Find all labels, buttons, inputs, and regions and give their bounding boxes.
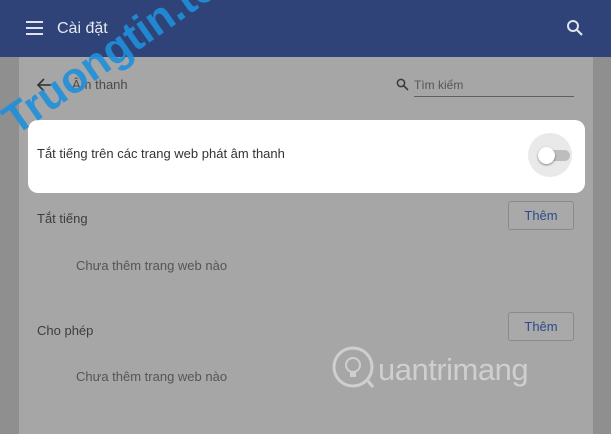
muted-group-heading: Tắt tiếng <box>37 211 88 226</box>
add-allowed-site-button[interactable]: Thêm <box>508 312 574 341</box>
allowed-group-heading: Cho phép <box>37 323 94 338</box>
watermark-text: uantrimang <box>378 352 529 387</box>
muted-empty-text: Chưa thêm trang web nào <box>76 258 228 273</box>
search-field <box>396 74 576 98</box>
mute-toggle[interactable] <box>528 133 572 177</box>
search-input[interactable] <box>414 74 574 97</box>
mute-setting-label: Tắt tiếng trên các trang web phát âm tha… <box>37 146 285 161</box>
mute-setting-row: Tắt tiếng trên các trang web phát âm tha… <box>28 120 585 193</box>
hamburger-menu-icon[interactable] <box>26 21 43 35</box>
lightbulb-logo-icon <box>332 346 375 388</box>
search-small-icon <box>396 78 409 91</box>
allowed-empty-text: Chưa thêm trang web nào <box>76 369 228 384</box>
add-muted-site-button[interactable]: Thêm <box>508 201 574 230</box>
search-icon[interactable] <box>566 19 584 37</box>
right-gutter <box>593 57 611 434</box>
toggle-thumb <box>538 147 555 164</box>
